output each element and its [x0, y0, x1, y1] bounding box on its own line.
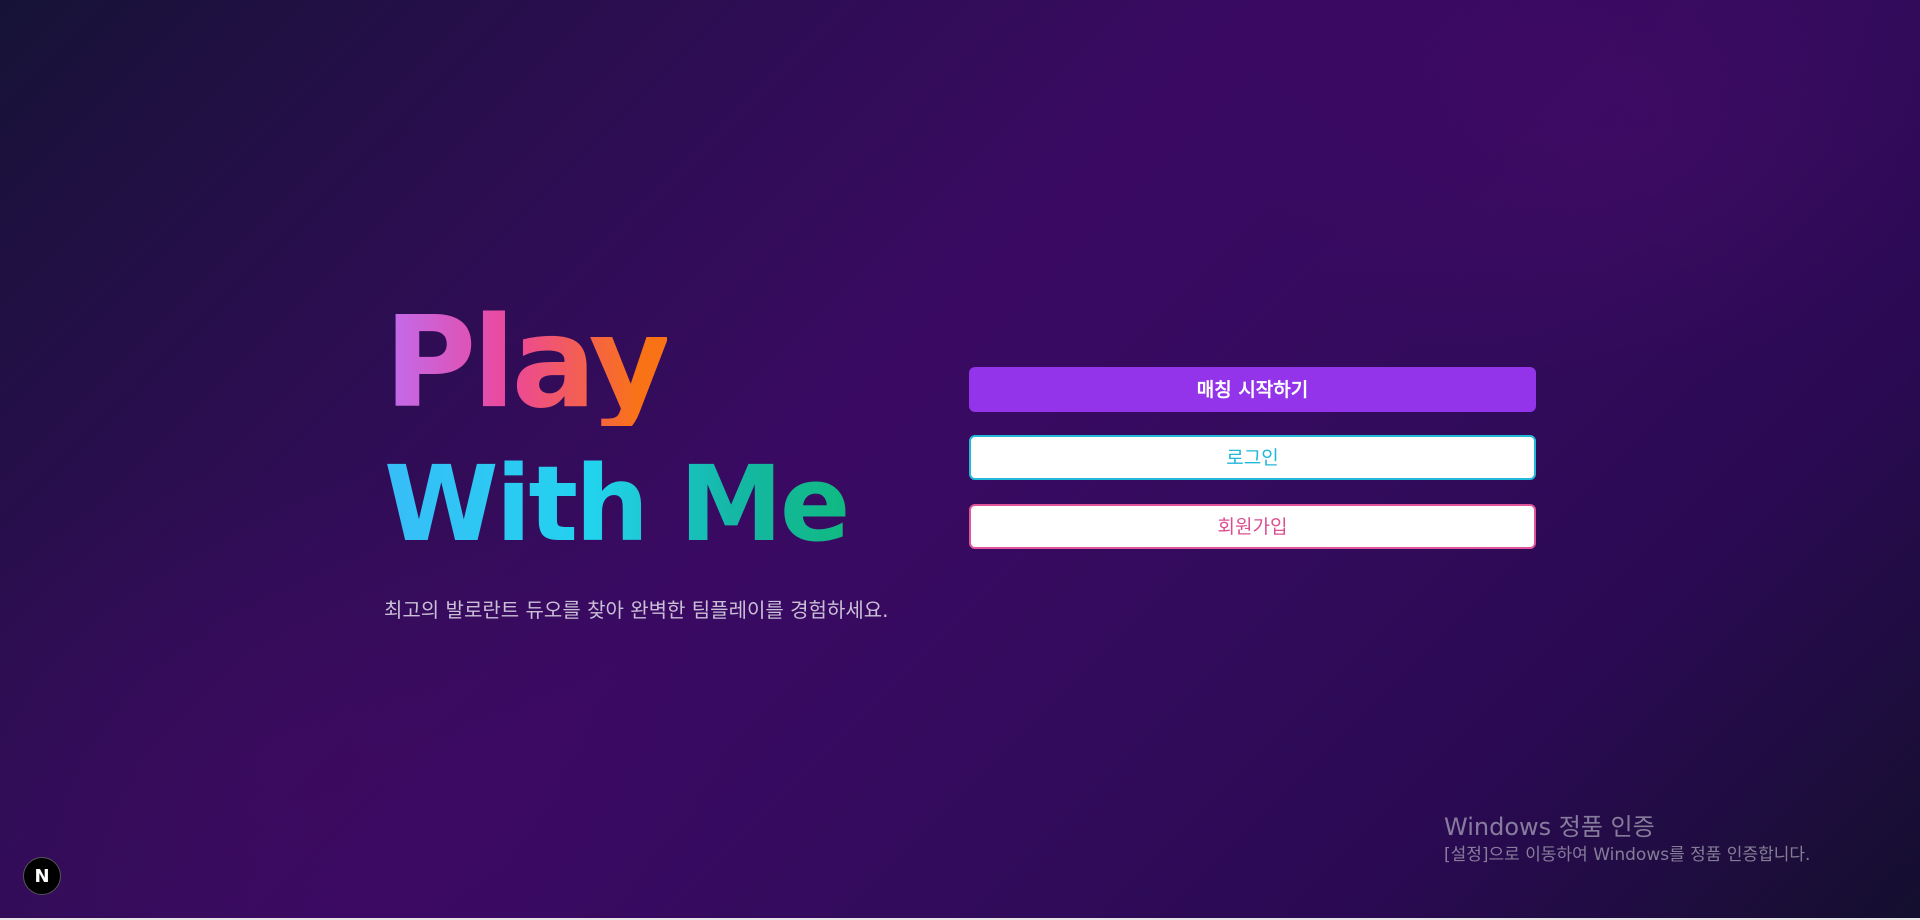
nextjs-logo-icon[interactable]: N — [23, 857, 61, 895]
hero-title-with-me: With Me — [384, 443, 850, 565]
background-glow — [0, 0, 1920, 920]
action-buttons: 매칭 시작하기 로그인 회원가입 — [969, 367, 1536, 549]
windows-activation-title: Windows 정품 인증 — [1444, 813, 1655, 841]
dev-badge-label: N — [34, 865, 50, 887]
signup-button[interactable]: 회원가입 — [969, 504, 1536, 549]
hero-section: Play With Me 최고의 발로란트 듀오를 찾아 완벽한 팀플레이를 경… — [384, 300, 944, 623]
login-button[interactable]: 로그인 — [969, 435, 1536, 480]
start-matching-button[interactable]: 매칭 시작하기 — [969, 367, 1536, 412]
hero-subtitle: 최고의 발로란트 듀오를 찾아 완벽한 팀플레이를 경험하세요. — [384, 598, 889, 622]
windows-activation-watermark: Windows 정품 인증 [설정]으로 이동하여 Windows를 정품 인증… — [1444, 812, 1810, 867]
hero-title-play: Play — [384, 289, 671, 436]
windows-activation-message: [설정]으로 이동하여 Windows를 정품 인증합니다. — [1444, 845, 1811, 865]
